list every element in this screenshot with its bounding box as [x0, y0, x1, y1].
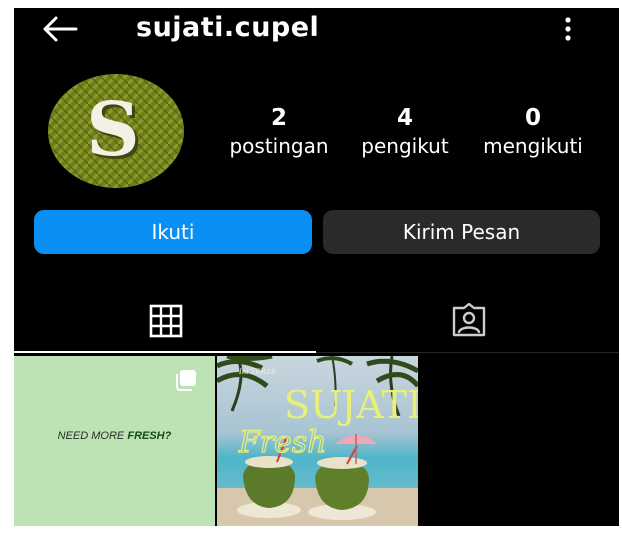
posts-grid: NEED MORE FRESH? Ini TERAS SUJATI Fresh	[14, 356, 619, 526]
avatar[interactable]: S S	[48, 74, 184, 188]
tab-divider	[316, 352, 619, 353]
more-options-icon[interactable]	[558, 14, 578, 44]
svg-text:SUJATI: SUJATI	[284, 383, 418, 427]
posts-count-value: 2	[270, 105, 287, 131]
followers-count[interactable]: 4 pengikut	[340, 104, 470, 160]
post-1-caption-bold: FRESH?	[127, 430, 172, 442]
follow-button[interactable]: Ikuti	[34, 210, 312, 254]
back-arrow-icon[interactable]	[40, 14, 80, 44]
post-2-image: Ini TERAS SUJATI Fresh	[217, 356, 418, 526]
svg-text:Fresh: Fresh	[238, 425, 327, 460]
post-thumbnail-2[interactable]: Ini TERAS SUJATI Fresh	[217, 356, 418, 526]
followers-count-value: 4	[396, 105, 413, 131]
followers-count-label: pengikut	[361, 134, 449, 158]
profile-screen: sujati.cupel S S 2 postingan 4 pengikut	[14, 8, 619, 526]
post-1-caption: NEED MORE FRESH?	[14, 430, 215, 442]
posts-count-label: postingan	[229, 134, 329, 158]
posts-count[interactable]: 2 postingan	[214, 104, 344, 160]
profile-tabs	[14, 288, 619, 354]
svg-text:S: S	[86, 87, 139, 173]
following-count[interactable]: 0 mengikuti	[468, 104, 598, 160]
grid-icon[interactable]	[149, 304, 183, 338]
following-count-value: 0	[524, 105, 541, 131]
post-thumbnail-1[interactable]: NEED MORE FRESH?	[14, 356, 215, 526]
send-message-button[interactable]: Kirim Pesan	[323, 210, 600, 254]
post-1-caption-prefix: NEED MORE	[57, 430, 125, 442]
top-bar: sujati.cupel	[14, 8, 619, 52]
following-count-label: mengikuti	[483, 134, 583, 158]
active-tab-indicator	[14, 351, 316, 353]
tagged-photos-icon[interactable]	[451, 302, 487, 338]
avatar-logo: S S	[48, 74, 184, 188]
profile-username: sujati.cupel	[136, 12, 320, 43]
carousel-icon	[176, 370, 196, 391]
svg-text:Ini TERAS: Ini TERAS	[238, 368, 276, 376]
